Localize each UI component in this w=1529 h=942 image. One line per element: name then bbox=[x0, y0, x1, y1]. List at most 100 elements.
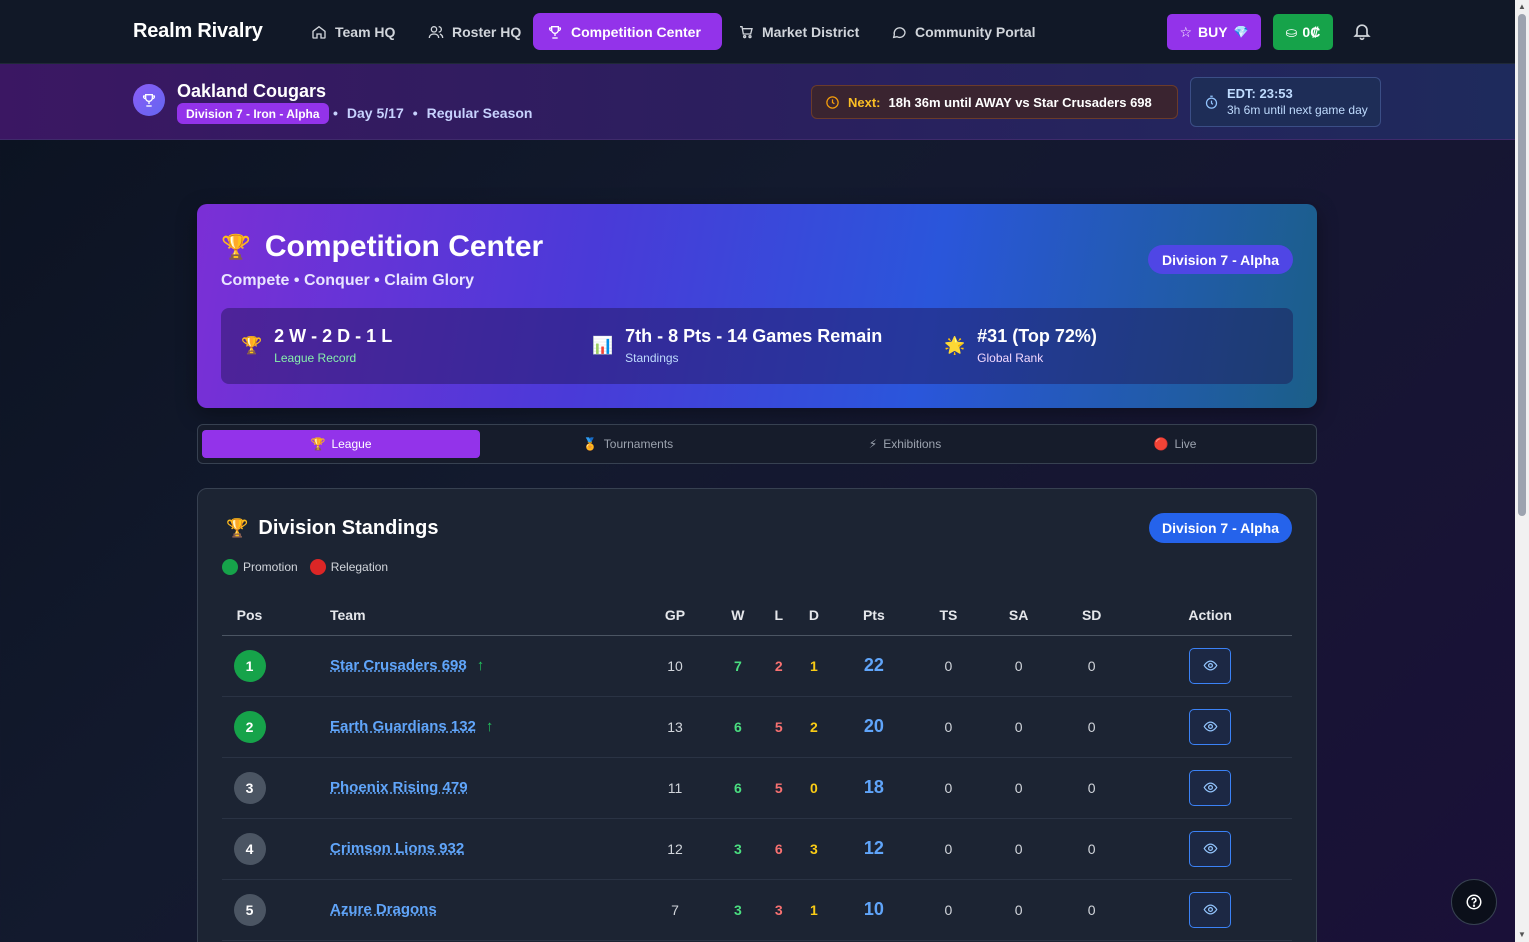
col-d: D bbox=[794, 595, 833, 636]
cell-team: Phoenix Rising 479 bbox=[277, 757, 637, 819]
cell-pos: 5 bbox=[222, 879, 277, 941]
bell-icon bbox=[1353, 24, 1371, 41]
cell-ts: 0 bbox=[914, 696, 983, 758]
tab-tournaments[interactable]: 🏅 Tournaments bbox=[489, 430, 767, 458]
nav-market-district[interactable]: Market District bbox=[724, 13, 873, 50]
cell-d: 3 bbox=[794, 818, 833, 880]
col-action: Action bbox=[1128, 595, 1292, 636]
page-subtitle: Compete • Conquer • Claim Glory bbox=[221, 272, 475, 289]
chat-icon bbox=[892, 26, 906, 38]
cell-team: Earth Guardians 132 ↑ bbox=[277, 696, 637, 758]
standings-legend: Promotion Relegation bbox=[222, 559, 388, 575]
cell-pos: 4 bbox=[222, 818, 277, 880]
nav-label: Team HQ bbox=[335, 23, 396, 40]
tab-label: League bbox=[331, 437, 372, 451]
cell-l: 5 bbox=[762, 757, 795, 819]
eye-icon bbox=[1203, 660, 1218, 671]
position-badge: 1 bbox=[233, 649, 266, 682]
cell-l: 5 bbox=[762, 696, 795, 758]
cell-gp: 11 bbox=[637, 757, 714, 819]
section-title: 🏆 Division Standings bbox=[226, 517, 438, 540]
eye-icon bbox=[1203, 782, 1218, 793]
view-team-button[interactable] bbox=[1189, 769, 1232, 806]
view-team-button[interactable] bbox=[1189, 830, 1232, 867]
nav-competition-center[interactable]: Competition Center bbox=[533, 13, 722, 50]
tab-league[interactable]: 🏆 League bbox=[202, 430, 480, 458]
team-link[interactable]: Crimson Lions 932 bbox=[330, 840, 464, 857]
scroll-down-arrow-icon[interactable]: ▼ bbox=[1518, 930, 1526, 939]
tab-live[interactable]: 🔴 Live bbox=[1036, 430, 1314, 458]
credits-label: 0₡ bbox=[1302, 24, 1321, 40]
brand-logo[interactable]: Realm Rivalry bbox=[133, 20, 263, 43]
position-badge: 3 bbox=[233, 771, 266, 804]
view-team-button[interactable] bbox=[1189, 708, 1232, 745]
cell-sd: 0 bbox=[1055, 818, 1129, 880]
stat-label: Standings bbox=[625, 351, 679, 365]
cell-gp: 7 bbox=[637, 879, 714, 941]
cell-w: 3 bbox=[713, 879, 763, 941]
cell-pos: 3 bbox=[222, 757, 277, 819]
cell-sa: 0 bbox=[982, 696, 1056, 758]
nav-roster-hq[interactable]: Roster HQ bbox=[414, 13, 535, 50]
view-team-button[interactable] bbox=[1189, 891, 1232, 928]
next-label: Next: bbox=[848, 94, 881, 110]
arrow-up-icon: ↑ bbox=[485, 718, 494, 735]
team-link[interactable]: Earth Guardians 132 bbox=[330, 718, 476, 735]
tab-label: Tournaments bbox=[603, 437, 674, 451]
help-button[interactable] bbox=[1451, 879, 1497, 925]
page-title-text: Competition Center bbox=[264, 230, 544, 263]
view-team-button[interactable] bbox=[1189, 647, 1232, 684]
notifications-bell[interactable] bbox=[1352, 21, 1374, 43]
scrollbar-thumb[interactable] bbox=[1518, 14, 1526, 516]
lightning-icon: ⚡ bbox=[868, 437, 878, 451]
trophy-icon: 🏆 bbox=[241, 336, 263, 355]
col-ts: TS bbox=[914, 595, 983, 636]
tab-exhibitions[interactable]: ⚡ Exhibitions bbox=[766, 430, 1044, 458]
cell-pts: 22 bbox=[832, 635, 915, 697]
scroll-up-arrow-icon[interactable]: ▲ bbox=[1518, 2, 1526, 11]
cell-action bbox=[1128, 696, 1292, 758]
position-badge: 2 bbox=[233, 710, 266, 743]
cell-team: Star Crusaders 698 ↑ bbox=[277, 635, 637, 697]
credits-button[interactable]: ⛀ 0₡ bbox=[1273, 14, 1333, 50]
stat-value: #31 (Top 72%) bbox=[977, 326, 1097, 346]
team-link[interactable]: Azure Dragons bbox=[330, 901, 437, 918]
division-badge: Division 7 - Alpha bbox=[1148, 245, 1293, 274]
cart-icon bbox=[740, 25, 753, 38]
position-badge: 4 bbox=[233, 832, 266, 865]
game-day: Day 5/17 bbox=[346, 105, 404, 121]
cell-w: 7 bbox=[713, 635, 763, 697]
stat-value: 7th - 8 Pts - 14 Games Remain bbox=[625, 326, 883, 346]
team-link[interactable]: Star Crusaders 698 bbox=[330, 657, 467, 674]
cell-d: 1 bbox=[794, 879, 833, 941]
next-match-notice[interactable]: Next: 18h 36m until AWAY vs Star Crusade… bbox=[811, 85, 1178, 119]
cell-d: 0 bbox=[794, 757, 833, 819]
table-header-row: Pos Team GP W L D Pts TS SA SD Action bbox=[222, 595, 1292, 636]
cell-d: 1 bbox=[794, 635, 833, 697]
season-meta: • Day 5/17 • Regular Season bbox=[333, 105, 533, 121]
trophy-icon: 🏆 bbox=[221, 233, 251, 261]
cell-gp: 13 bbox=[637, 696, 714, 758]
nav-label: Market District bbox=[762, 23, 860, 40]
table-row: 1 Star Crusaders 698 ↑ 10 7 2 1 22 0 0 0 bbox=[222, 635, 1292, 697]
col-l: L bbox=[762, 595, 795, 636]
summary-stats: 🏆 2 W - 2 D - 1 L League Record 📊 7th - … bbox=[221, 308, 1293, 384]
legend-label: Promotion bbox=[243, 560, 298, 574]
cell-team: Azure Dragons bbox=[277, 879, 637, 941]
buy-button[interactable]: ☆ BUY 💎 bbox=[1167, 14, 1261, 50]
legend-relegation: Relegation bbox=[309, 559, 388, 575]
nav-label: Community Portal bbox=[915, 23, 1036, 40]
col-w: W bbox=[713, 595, 763, 636]
nav-label: Roster HQ bbox=[452, 23, 522, 40]
cell-sa: 0 bbox=[982, 879, 1056, 941]
cell-ts: 0 bbox=[914, 757, 983, 819]
col-pos: Pos bbox=[222, 595, 277, 636]
team-link[interactable]: Phoenix Rising 479 bbox=[330, 779, 468, 796]
nav-team-hq[interactable]: Team HQ bbox=[297, 13, 409, 50]
col-sa: SA bbox=[982, 595, 1056, 636]
tab-label: Exhibitions bbox=[883, 437, 942, 451]
stat-label: League Record bbox=[274, 351, 357, 365]
cell-l: 6 bbox=[762, 818, 795, 880]
nav-community-portal[interactable]: Community Portal bbox=[877, 13, 1050, 50]
cell-sd: 0 bbox=[1055, 757, 1129, 819]
